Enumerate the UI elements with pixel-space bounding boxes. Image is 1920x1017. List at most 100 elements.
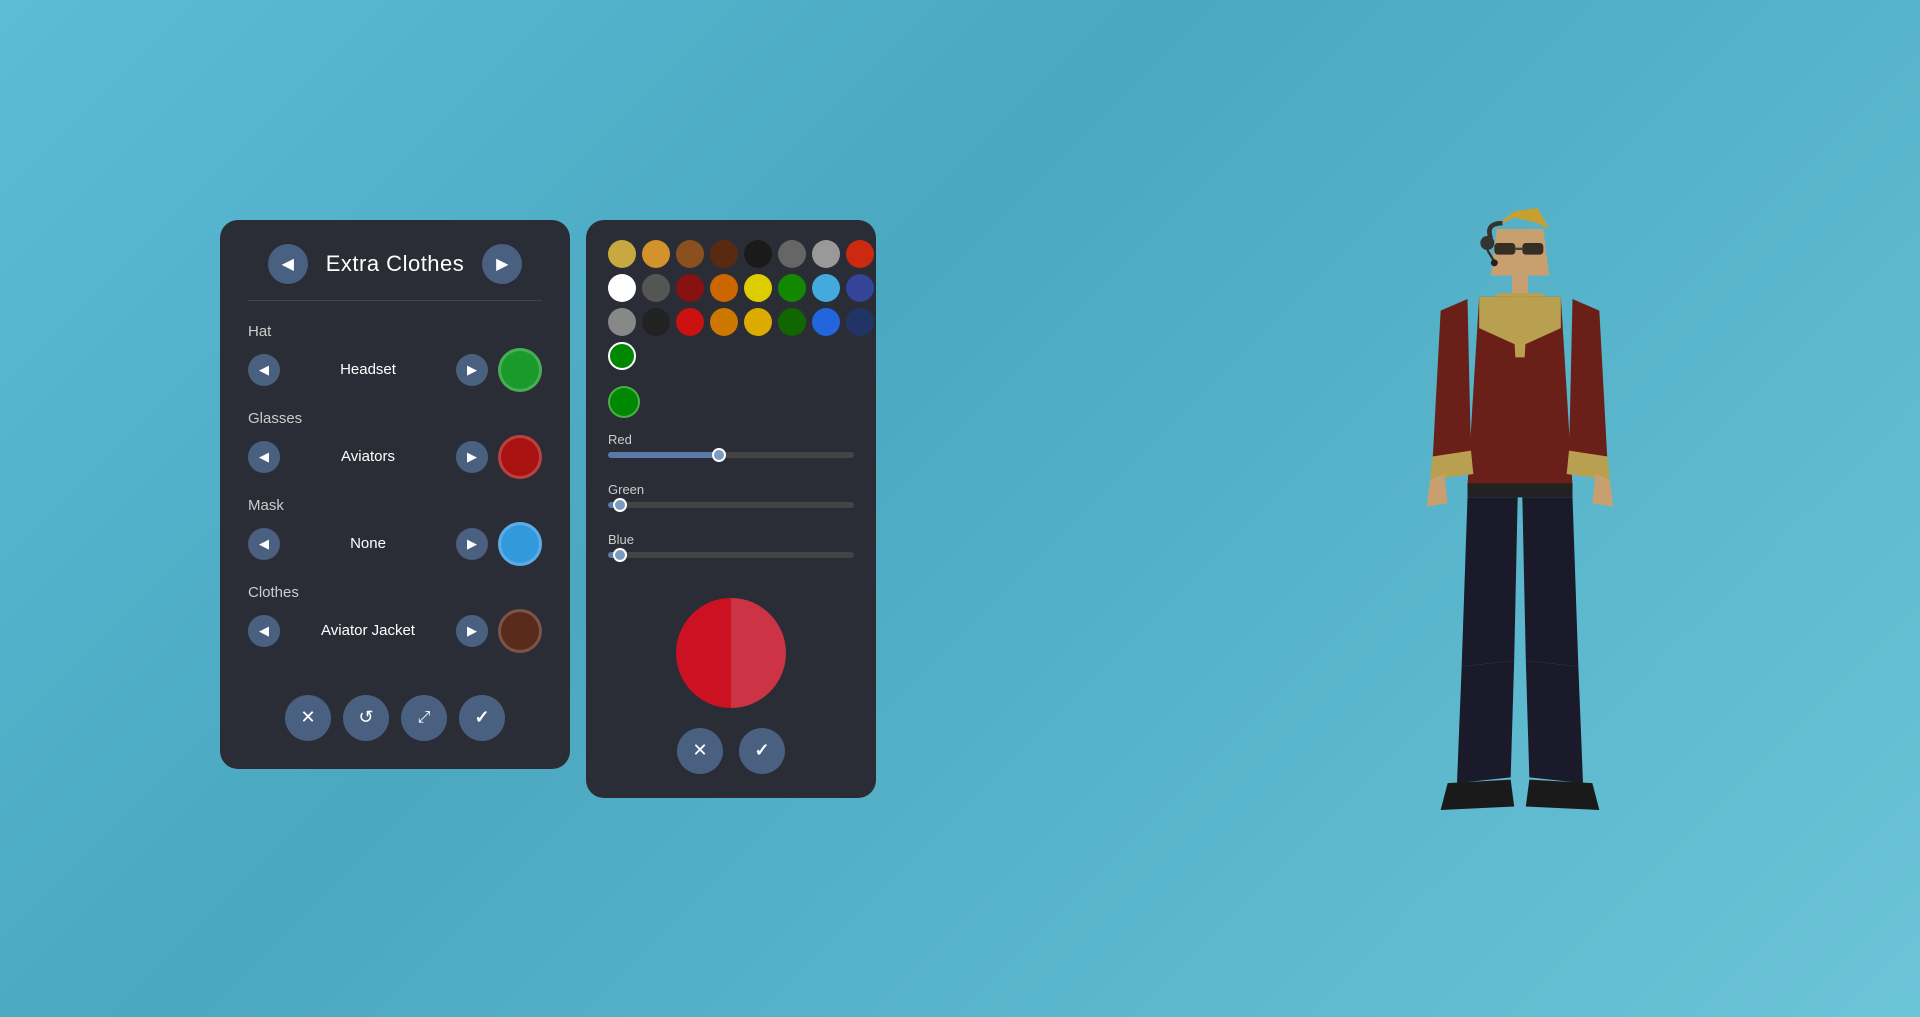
swatch-charcoal[interactable] — [642, 308, 670, 336]
mask-color-swatch[interactable] — [498, 522, 542, 566]
check-icon: ✓ — [474, 707, 489, 728]
blue-slider[interactable] — [608, 552, 854, 558]
hat-next-icon: ▶ — [467, 362, 477, 378]
hat-prev-button[interactable]: ◀ — [248, 354, 280, 386]
swatch-gold2[interactable] — [744, 308, 772, 336]
mask-next-button[interactable]: ▶ — [456, 528, 488, 560]
color-preview-large — [676, 598, 786, 708]
mask-next-icon: ▶ — [467, 536, 477, 552]
color-preview-left-half — [676, 598, 731, 708]
green-slider[interactable] — [608, 502, 854, 508]
red-label: Red — [608, 432, 854, 447]
hat-prev-icon: ◀ — [259, 362, 269, 378]
green-slider-thumb — [613, 498, 627, 512]
swatch-orange[interactable] — [710, 274, 738, 302]
green-label: Green — [608, 482, 854, 497]
arrow-left-icon: ◀ — [282, 254, 294, 274]
swatch-yellow[interactable] — [744, 274, 772, 302]
glasses-prev-button[interactable]: ◀ — [248, 441, 280, 473]
swatch-row-4 — [608, 342, 854, 370]
divider — [248, 300, 542, 301]
swatch-dark-brown[interactable] — [710, 240, 738, 268]
glasses-color-swatch[interactable] — [498, 435, 542, 479]
hat-item-name: Headset — [290, 361, 446, 378]
glasses-next-button[interactable]: ▶ — [456, 441, 488, 473]
blue-slider-thumb — [613, 548, 627, 562]
color-picker-panel: Red Green Blue — [586, 220, 876, 798]
clothes-next-button[interactable]: ▶ — [456, 615, 488, 647]
color-cancel-button[interactable]: ✕ — [677, 728, 723, 774]
swatch-crimson[interactable] — [676, 274, 704, 302]
clothes-next-icon: ▶ — [467, 623, 477, 639]
swatch-dark-red[interactable] — [846, 240, 874, 268]
left-panel: ◀ Extra Clothes ▶ Hat ◀ Headset ▶ — [220, 220, 570, 769]
hat-color-swatch[interactable] — [498, 348, 542, 392]
swatch-blue[interactable] — [812, 308, 840, 336]
refresh-button[interactable]: ↺ — [343, 695, 389, 741]
swatch-red[interactable] — [676, 308, 704, 336]
swatch-deep-orange[interactable] — [710, 308, 738, 336]
red-slider-section: Red — [608, 432, 854, 472]
panel-title: Extra Clothes — [326, 251, 465, 277]
swatch-dark-gray[interactable] — [778, 240, 806, 268]
swatch-amber[interactable] — [642, 240, 670, 268]
swatch-navy[interactable] — [846, 308, 874, 336]
color-confirm-button[interactable]: ✓ — [739, 728, 785, 774]
clothes-label: Clothes — [248, 584, 542, 601]
prev-nav-button[interactable]: ◀ — [268, 244, 308, 284]
swatch-silver[interactable] — [608, 308, 636, 336]
hat-section: Hat ◀ Headset ▶ — [248, 323, 542, 392]
panels-container: ◀ Extra Clothes ▶ Hat ◀ Headset ▶ — [220, 220, 876, 798]
glasses-label: Glasses — [248, 410, 542, 427]
swatch-row-2 — [608, 274, 854, 302]
glasses-next-icon: ▶ — [467, 449, 477, 465]
blue-slider-section: Blue — [608, 532, 854, 572]
swatch-sky-blue[interactable] — [812, 274, 840, 302]
color-preview-right-half — [731, 598, 786, 708]
arrow-right-icon: ▶ — [496, 254, 508, 274]
mask-item-name: None — [290, 535, 446, 552]
clothes-item-name: Aviator Jacket — [290, 622, 446, 639]
clothes-row: ◀ Aviator Jacket ▶ — [248, 609, 542, 653]
left-panel-bottom-buttons: ✕ ↺ ⤢ ✓ — [248, 695, 542, 741]
panel-header: ◀ Extra Clothes ▶ — [248, 244, 542, 284]
swatch-row-3 — [608, 308, 854, 336]
refresh-icon: ↺ — [358, 707, 373, 728]
x-icon: ✕ — [300, 707, 315, 728]
character-figure — [1340, 159, 1700, 859]
glasses-section: Glasses ◀ Aviators ▶ — [248, 410, 542, 479]
clothes-color-swatch[interactable] — [498, 609, 542, 653]
hat-label: Hat — [248, 323, 542, 340]
swatch-black[interactable] — [744, 240, 772, 268]
glasses-item-name: Aviators — [290, 448, 446, 465]
swatch-green[interactable] — [778, 274, 806, 302]
color-swatches-grid — [608, 240, 854, 370]
next-nav-button[interactable]: ▶ — [482, 244, 522, 284]
swatch-dark-green[interactable] — [778, 308, 806, 336]
expand-button[interactable]: ⤢ — [401, 695, 447, 741]
expand-icon: ⤢ — [418, 709, 431, 727]
swatch-medium-gray[interactable] — [642, 274, 670, 302]
blue-label: Blue — [608, 532, 854, 547]
red-slider-thumb — [712, 448, 726, 462]
hat-next-button[interactable]: ▶ — [456, 354, 488, 386]
swatch-gold[interactable] — [608, 240, 636, 268]
mask-section: Mask ◀ None ▶ — [248, 497, 542, 566]
swatch-brown[interactable] — [676, 240, 704, 268]
cancel-button[interactable]: ✕ — [285, 695, 331, 741]
green-slider-section: Green — [608, 482, 854, 522]
mask-prev-icon: ◀ — [259, 536, 269, 552]
swatch-white[interactable] — [608, 274, 636, 302]
glasses-prev-icon: ◀ — [259, 449, 269, 465]
swatch-dark-blue[interactable] — [846, 274, 874, 302]
red-slider[interactable] — [608, 452, 854, 458]
clothes-prev-button[interactable]: ◀ — [248, 615, 280, 647]
swatch-bright-green[interactable] — [608, 342, 636, 370]
color-check-icon: ✓ — [754, 740, 769, 761]
swatch-light-gray[interactable] — [812, 240, 840, 268]
confirm-button[interactable]: ✓ — [459, 695, 505, 741]
mask-row: ◀ None ▶ — [248, 522, 542, 566]
mask-prev-button[interactable]: ◀ — [248, 528, 280, 560]
color-x-icon: ✕ — [692, 740, 707, 761]
selected-color-display — [608, 386, 640, 418]
